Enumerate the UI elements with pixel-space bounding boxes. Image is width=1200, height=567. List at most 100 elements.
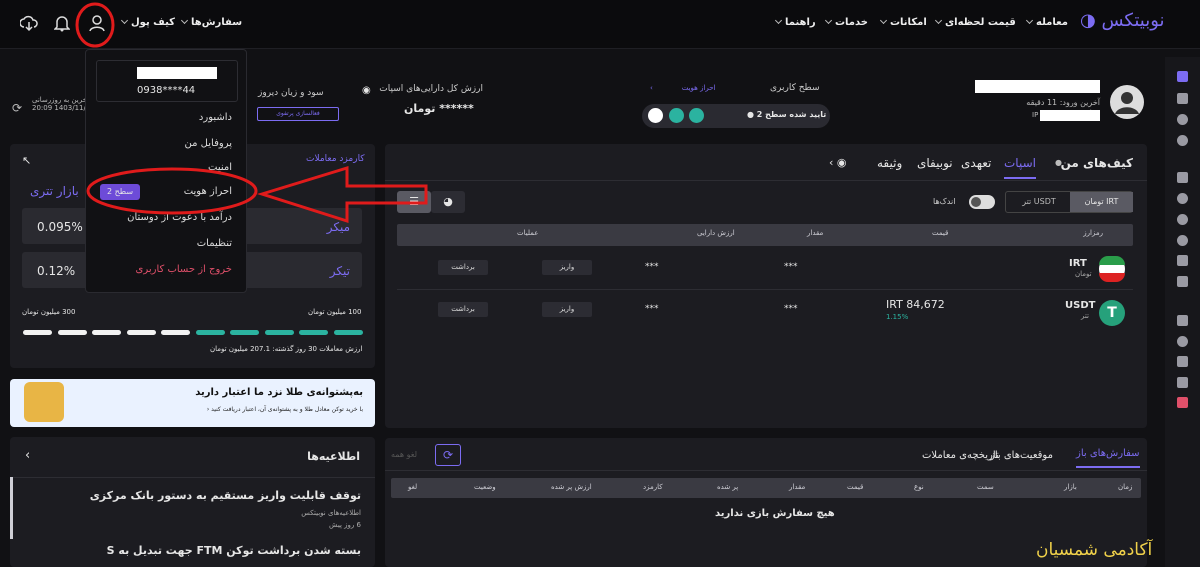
crown-icon[interactable]	[1177, 255, 1188, 266]
redacted-name	[975, 80, 1100, 93]
red-highlight-ellipse	[86, 167, 258, 215]
news-card: ‹ اطلاعیه‌ها توقف قابلیت واریز مستقیم به…	[10, 437, 375, 567]
mail-icon[interactable]	[1177, 356, 1188, 367]
nav-guide[interactable]: راهنما	[772, 16, 816, 28]
amount: ***	[784, 304, 798, 314]
amount: ***	[784, 262, 798, 272]
menu-logout[interactable]: خروج از حساب کاربری	[136, 264, 232, 275]
nodes-icon[interactable]	[1177, 235, 1188, 246]
tab-open-positions[interactable]: موقعیت‌های باز	[990, 450, 1053, 461]
progress-segment	[299, 330, 328, 335]
wallets-title: کیف‌های من	[1060, 156, 1133, 170]
toggle-irt[interactable]: تومان IRT	[1070, 192, 1133, 212]
cancel-all-button[interactable]: لغو همه	[391, 450, 417, 459]
wallets-table-header: رمزارز قیمت مقدار ارزش دارایی عملیات	[397, 224, 1133, 246]
coin-price: IRT 84,672	[886, 298, 945, 311]
tab-collateral[interactable]: وثیقه	[877, 156, 902, 170]
deposit-button[interactable]: واریز	[542, 302, 592, 317]
coin-symbol: IRT	[1069, 258, 1087, 269]
download-icon[interactable]	[1177, 214, 1188, 225]
chart-icon[interactable]	[1177, 172, 1188, 183]
withdraw-button[interactable]: برداشت	[438, 302, 488, 317]
volume-30d: ارزش معاملات 30 روز گذشته: 207.1 میلیون …	[210, 345, 363, 353]
progress-segment	[333, 330, 363, 335]
profile-card-icon[interactable]	[1177, 315, 1188, 326]
calendar-icon[interactable]	[1177, 276, 1188, 287]
progress-segment	[195, 330, 225, 335]
check-icon[interactable]	[1177, 114, 1188, 125]
withdraw-button[interactable]: برداشت	[438, 260, 488, 275]
col-type: نوع	[914, 483, 924, 491]
news-item-source: اطلاعیه‌های نوبیتکس	[301, 509, 361, 517]
gold-banner[interactable]: به‌پشتوانه‌ی طلا نزد ما اعتبار دارید با …	[10, 379, 375, 427]
side-toolbar	[1165, 57, 1200, 567]
progress-segment	[126, 330, 156, 335]
small-balances-label: اندک‌ها	[933, 197, 956, 206]
col-side: سمت	[977, 483, 994, 491]
news-back-icon[interactable]: ‹	[25, 448, 30, 463]
nav-prices[interactable]: قیمت لحظه‌ای	[932, 16, 1016, 28]
users-icon[interactable]	[1177, 377, 1188, 388]
col-status: وضعیت	[474, 483, 496, 491]
currency-toggle: تومان IRT تتر USDT	[1005, 191, 1133, 213]
table-row: T USDT تتر IRT 84,672 1.15% *** *** واری…	[397, 290, 1133, 332]
nav-services[interactable]: خدمات	[822, 16, 868, 28]
level-dot-2	[669, 108, 684, 123]
dashboard-icon[interactable]	[1177, 71, 1188, 82]
user-level-title: سطح کاربری	[770, 83, 820, 93]
tab-margin[interactable]: تعهدی	[961, 156, 991, 170]
nav-features[interactable]: امکانات	[877, 16, 927, 28]
wallets-nav-icon[interactable]: ‹ ◉	[829, 156, 847, 169]
value: ***	[645, 262, 659, 272]
col-amount: مقدار	[807, 229, 824, 237]
taker-value: 0.12%	[37, 264, 76, 278]
col-market: بازار	[1064, 483, 1077, 491]
ip-label: IP	[1032, 111, 1039, 119]
shield-icon[interactable]	[1177, 336, 1188, 347]
wallet-icon[interactable]	[1177, 93, 1188, 104]
level-status-pill: ● تایید شده سطح 2	[642, 104, 830, 128]
price-change: 1.15%	[886, 313, 909, 321]
progress-segment	[57, 330, 87, 335]
tab-trade-history[interactable]: تاریخچه‌ی معاملات	[922, 450, 999, 461]
col-time: زمان	[1118, 483, 1133, 491]
avatar[interactable]	[1109, 84, 1145, 120]
info-icon[interactable]: ●	[1055, 158, 1062, 167]
col-price: قیمت	[847, 483, 864, 491]
news-item-title[interactable]: توقف قابلیت واریز مستقیم به دستور بانک م…	[90, 489, 361, 502]
table-row: IRT تومان *** *** واریز برداشت	[397, 248, 1133, 290]
gold-desc: با خرید توکن معادل طلا و به پشتوانه‌ی آن…	[206, 406, 363, 413]
verify-link[interactable]: ‹ احراز هویت	[650, 84, 716, 92]
red-arrow	[256, 165, 428, 224]
deposit-button[interactable]: واریز	[542, 260, 592, 275]
coin-icon[interactable]	[1177, 193, 1188, 204]
level-dot-1	[648, 108, 663, 123]
progress-segment	[230, 330, 259, 335]
orders-table-header: زمان بازار سمت نوع قیمت مقدار پر شده کار…	[391, 478, 1141, 498]
tab-nobifi[interactable]: نوبیفای	[917, 156, 953, 170]
refresh-orders-icon[interactable]: ⟳	[435, 444, 461, 466]
watermark-text: آکادمی شمسیان	[1036, 540, 1153, 560]
tab-spot[interactable]: اسپات	[1004, 156, 1036, 179]
progress-segment	[264, 330, 294, 335]
small-balances-switch[interactable]	[969, 195, 995, 209]
redacted-ip	[1040, 110, 1100, 121]
range-high: 300 میلیون تومان	[22, 308, 76, 316]
tether-icon: T	[1099, 300, 1125, 326]
news-item-title-2[interactable]: بسته شدن برداشت توکن FTM جهت تبدیل به S	[107, 544, 361, 557]
tab-open-orders[interactable]: سفارش‌های باز	[1076, 448, 1140, 468]
coin-name: تتر	[1081, 312, 1089, 320]
nav-trade[interactable]: معامله	[1023, 16, 1068, 28]
nobitex-logo[interactable]: نوبیتکس ◑	[1080, 10, 1165, 31]
news-title: اطلاعیه‌ها	[307, 450, 360, 463]
orders-card: سفارش‌های باز موقعیت‌های باز تاریخچه‌ی م…	[385, 438, 1147, 567]
compass-icon[interactable]	[1177, 135, 1188, 146]
col-price: قیمت	[932, 229, 949, 237]
progress-segment	[92, 330, 121, 335]
iran-flag-icon	[1099, 256, 1125, 282]
progress-segment	[161, 330, 190, 335]
col-value: ارزش دارایی	[697, 229, 735, 237]
logout-icon[interactable]	[1177, 397, 1188, 408]
red-annotation-overlay	[86, 165, 428, 224]
toggle-usdt[interactable]: تتر USDT	[1010, 192, 1068, 212]
